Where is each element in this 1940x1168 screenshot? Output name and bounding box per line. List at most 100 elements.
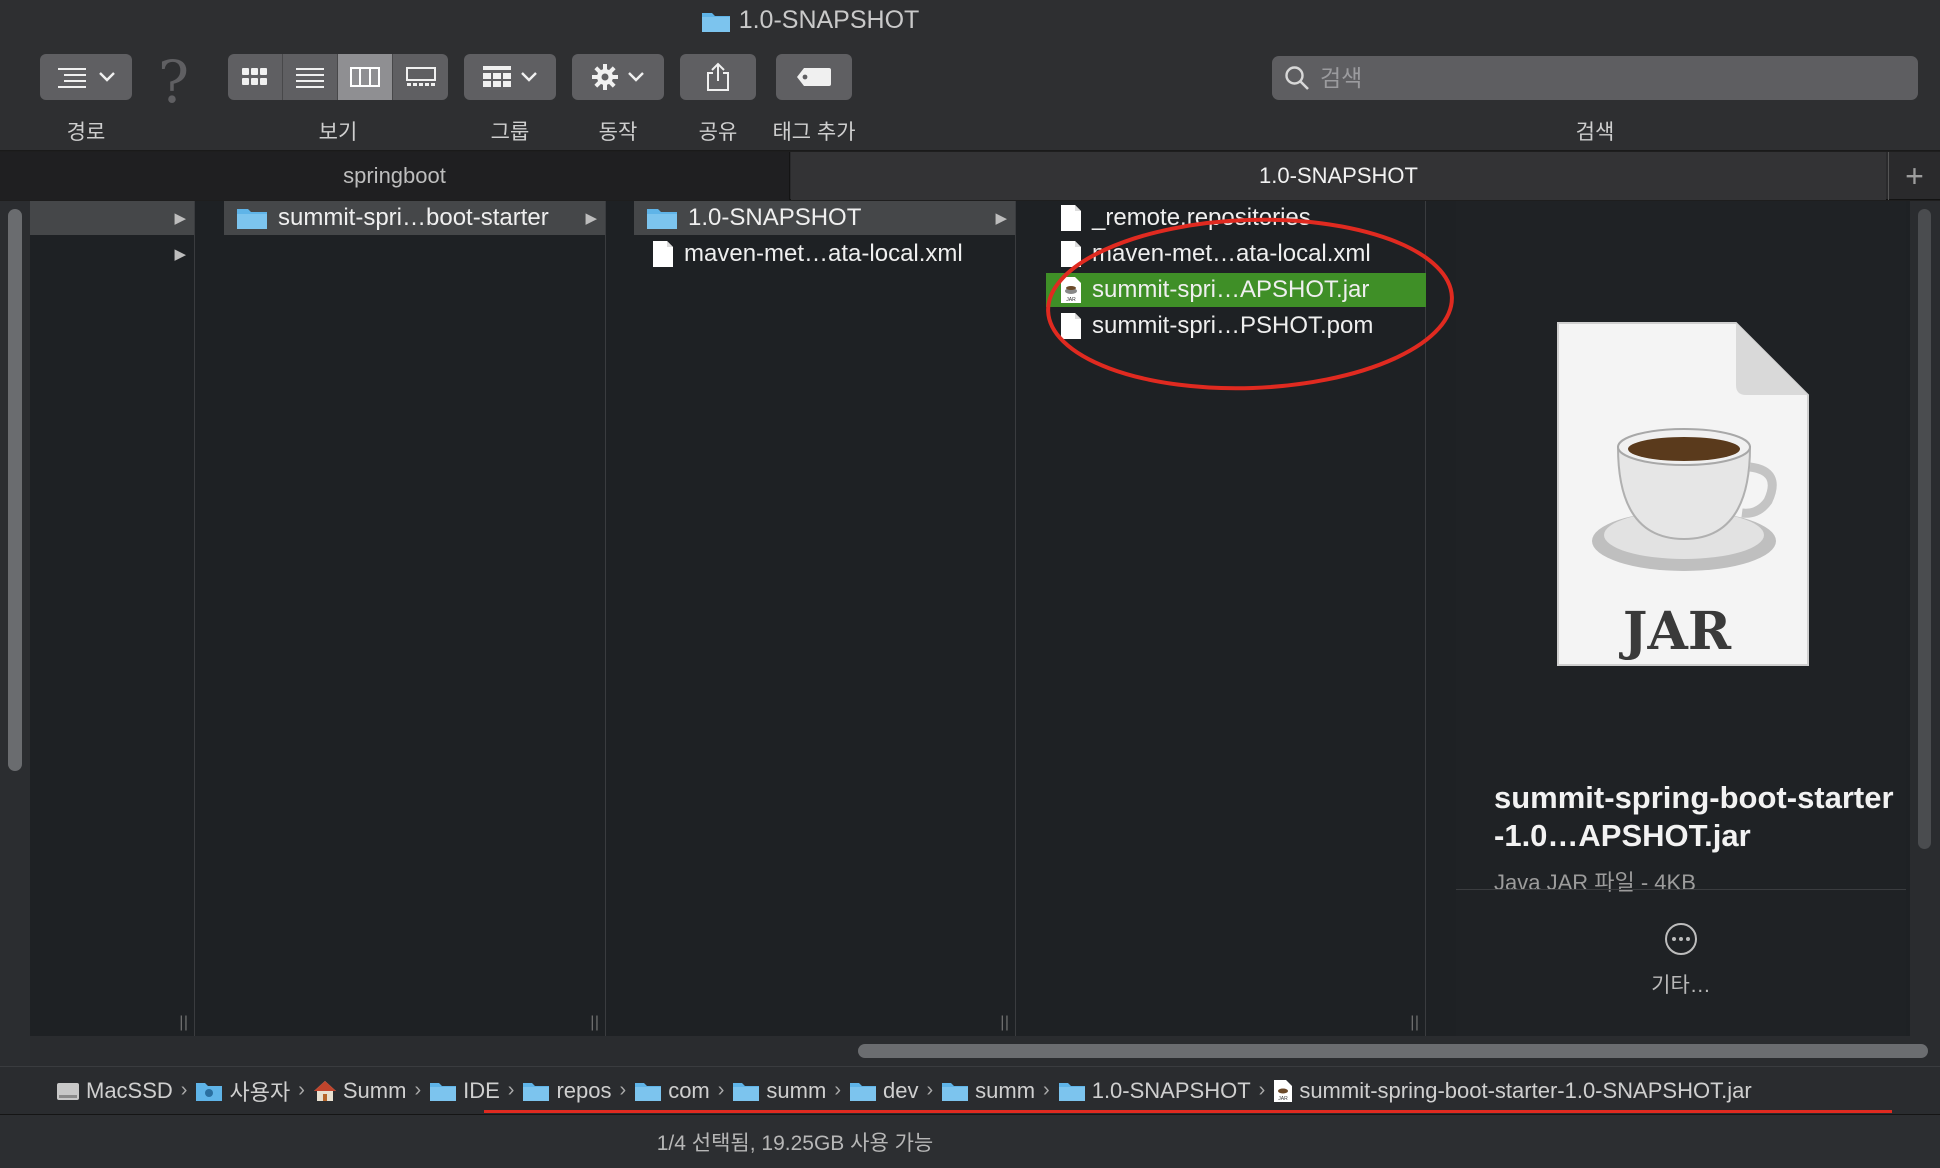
list-item[interactable]: maven-met…ata-local.xml <box>634 237 1015 271</box>
folder-icon <box>942 1082 969 1101</box>
icon-view-button[interactable] <box>228 54 283 100</box>
group-label: 그룹 <box>490 121 530 144</box>
tab-1-0-snapshot[interactable]: 1.0-SNAPSHOT <box>791 152 1886 200</box>
folder-icon <box>635 1082 662 1101</box>
list-view-button[interactable] <box>283 54 338 100</box>
chevron-down-icon <box>99 72 115 82</box>
column-resize-handle[interactable]: | | <box>1000 1014 1009 1032</box>
action-button[interactable] <box>572 54 664 100</box>
disk-icon <box>57 1082 79 1100</box>
column-1: ▶ ▶ | | <box>30 201 195 1036</box>
left-scrollbar-thumb[interactable] <box>8 209 22 771</box>
divider <box>1456 889 1906 890</box>
document-icon <box>653 241 673 267</box>
preview-pane: JAR summit-spring-boot-starter-1.0…APSHO… <box>1456 201 1906 1036</box>
path-item-summ-2[interactable]: summ <box>941 1078 1035 1104</box>
path-item-macssd[interactable]: MacSSD <box>56 1078 173 1104</box>
grid-icon <box>242 68 267 85</box>
path-separator: › <box>414 1079 422 1101</box>
folder-icon <box>523 1082 550 1101</box>
column-3: 1.0-SNAPSHOT ▶ maven-met…ata-local.xml |… <box>634 201 1016 1036</box>
tab-bar: springboot 1.0-SNAPSHOT + <box>0 152 1940 200</box>
horizontal-scrollbar-thumb[interactable] <box>858 1044 1928 1058</box>
path-item-ide[interactable]: IDE <box>429 1078 500 1104</box>
group-button[interactable] <box>464 54 556 100</box>
view-mode-segment <box>228 54 448 100</box>
share-button[interactable] <box>680 54 756 100</box>
path-item-summ[interactable]: summ <box>732 1078 826 1104</box>
tab-springboot[interactable]: springboot <box>0 152 790 200</box>
annotation-ellipse <box>1046 217 1454 391</box>
path-button[interactable] <box>40 54 132 100</box>
column-2: summit-spri…boot-starter ▶ | | <box>224 201 606 1036</box>
chevron-down-icon <box>521 72 537 82</box>
path-item-label: summ <box>975 1077 1036 1103</box>
path-separator: › <box>180 1079 188 1101</box>
list-item[interactable]: summit-spri…boot-starter ▶ <box>224 201 605 235</box>
preview-kind: Java JAR 파일 - 4KB <box>1494 870 1696 895</box>
help-icon[interactable]: ? <box>158 48 189 116</box>
users-folder-icon <box>196 1082 223 1101</box>
path-separator: › <box>1043 1079 1050 1101</box>
disclosure-arrow-icon: ▶ <box>585 210 597 227</box>
list-item[interactable]: ▶ <box>30 237 194 271</box>
search-input[interactable] <box>1320 64 1880 92</box>
list-item[interactable]: 1.0-SNAPSHOT ▶ <box>634 201 1015 235</box>
search-icon <box>1285 66 1309 90</box>
columns-icon <box>350 67 380 87</box>
share-icon <box>707 62 729 91</box>
status-text: 1/4 선택됨, 19.25GB 사용 가능 <box>656 1132 934 1155</box>
path-item-label: IDE <box>463 1077 500 1103</box>
left-scrollbar[interactable] <box>0 201 30 1066</box>
path-separator: › <box>926 1079 934 1101</box>
tag-button[interactable] <box>776 54 852 100</box>
path-item-dev[interactable]: dev <box>849 1078 918 1104</box>
search-field[interactable] <box>1272 56 1918 100</box>
column-resize-handle[interactable]: | | <box>1410 1014 1419 1032</box>
horizontal-scrollbar[interactable] <box>30 1036 1940 1066</box>
right-scrollbar[interactable] <box>1910 201 1940 1036</box>
group-grid-icon <box>483 66 511 87</box>
action-label: 동작 <box>598 121 638 144</box>
column-resize-handle[interactable]: | | <box>590 1014 599 1032</box>
path-label: 경로 <box>66 121 106 144</box>
view-label: 보기 <box>318 121 358 144</box>
gear-icon <box>592 64 618 90</box>
list-item-label: 1.0-SNAPSHOT <box>688 204 862 231</box>
path-item-label: summ <box>766 1077 827 1103</box>
path-separator: › <box>619 1079 627 1101</box>
more-label[interactable]: 기타… <box>1456 969 1906 999</box>
path-item-repos[interactable]: repos <box>522 1078 612 1104</box>
svg-text:JAR: JAR <box>1279 1096 1289 1102</box>
disclosure-arrow-icon: ▶ <box>995 210 1007 227</box>
disclosure-arrow-icon: ▶ <box>174 246 186 263</box>
annotation-underline <box>484 1110 1892 1113</box>
path-item-jar[interactable]: JAR summit-spring-boot-starter-1.0-SNAPS… <box>1273 1078 1752 1104</box>
path-separator: › <box>507 1079 515 1101</box>
tag-icon <box>797 68 831 86</box>
column-view-button[interactable] <box>338 54 393 100</box>
path-item-com[interactable]: com <box>634 1078 710 1104</box>
path-separator: › <box>834 1079 841 1101</box>
folder-icon <box>701 12 730 32</box>
disclosure-arrow-icon: ▶ <box>174 210 186 227</box>
share-label: 공유 <box>698 121 738 144</box>
right-scrollbar-thumb[interactable] <box>1918 209 1931 849</box>
more-icon[interactable] <box>1663 921 1699 957</box>
path-separator: › <box>298 1079 305 1101</box>
list-indent-icon <box>58 68 86 88</box>
folder-icon <box>849 1082 876 1101</box>
column-resize-handle[interactable]: | | <box>179 1014 188 1032</box>
list-item-label: maven-met…ata-local.xml <box>684 240 963 267</box>
path-item-home[interactable]: Summ <box>313 1078 406 1104</box>
path-item-1-0-snapshot[interactable]: 1.0-SNAPSHOT <box>1058 1078 1251 1104</box>
gallery-view-button[interactable] <box>393 54 448 100</box>
add-tab-button[interactable]: + <box>1888 152 1940 200</box>
home-icon <box>313 1080 336 1101</box>
path-bar: MacSSD › 사용자 › Summ › IDE › repos › com … <box>0 1066 1940 1114</box>
list-item[interactable]: ▶ <box>30 201 194 235</box>
folder-icon <box>647 209 677 229</box>
search-label: 검색 <box>1575 121 1615 144</box>
path-item-users[interactable]: 사용자 <box>195 1075 290 1107</box>
window-title-text: 1.0-SNAPSHOT <box>738 6 920 34</box>
